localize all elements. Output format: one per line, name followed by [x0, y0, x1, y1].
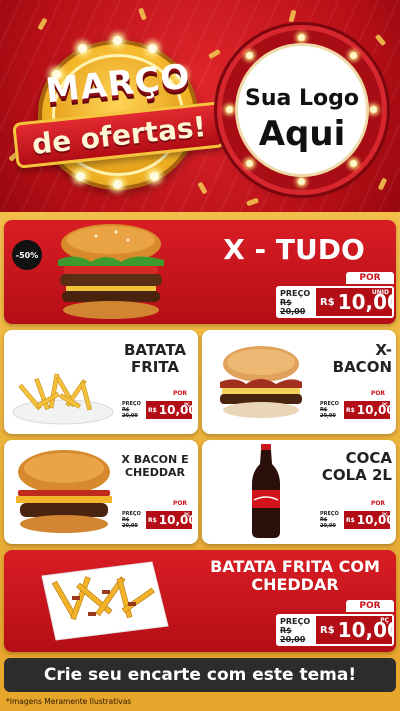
product-card-batata-frita[interactable]: BATATA FRITA POR PREÇO R$ 20,00 R$ 10,00… [4, 330, 198, 434]
old-price-box: PREÇO R$ 20,00 [120, 509, 146, 531]
price-tag: POR PREÇO R$ 20,00 R$ 10,00 PÇ [120, 390, 194, 422]
logo-text-line2: Aqui [258, 114, 346, 154]
price-box: PREÇO R$ 20,00 R$ 10,00 UNID [276, 286, 394, 318]
old-price: R$ 20,00 [320, 517, 336, 529]
bulb-icon [78, 44, 87, 53]
bulb-icon [148, 44, 157, 53]
product-title: X BACON E CHEDDAR [121, 453, 189, 479]
soda-bottle-icon [252, 444, 280, 538]
price-por-label: POR [166, 390, 194, 398]
old-price-box: PREÇO R$ 20,00 [120, 399, 146, 421]
cta-text: Crie seu encarte com este tema! [43, 665, 357, 685]
bulb-icon [113, 36, 122, 45]
logo-placeholder: Sua Logo Aqui [238, 46, 366, 174]
bulb-icon [298, 34, 305, 41]
currency-symbol: R$ [320, 296, 335, 308]
new-price-box: R$ 10,00 PÇ [344, 509, 392, 531]
product-title: X- BACON [332, 341, 392, 377]
marquee-sign: MARÇO de ofertas! [12, 30, 226, 190]
product-card-coca-cola[interactable]: COCA COLA 2L POR PREÇO R$ 20,00 R$ 10,00… [202, 440, 396, 544]
bulb-icon [246, 52, 253, 59]
old-price: R$ 20,00 [122, 407, 138, 419]
new-price-box: R$ 10,00 PÇ [344, 399, 392, 421]
discount-badge: -50% [12, 240, 42, 270]
currency-symbol: R$ [346, 516, 355, 524]
currency-symbol: R$ [148, 406, 157, 414]
product-card-x-bacon[interactable]: X- BACON POR PREÇO R$ 20,00 R$ 10,00 PÇ [202, 330, 396, 434]
price-box: PREÇO R$ 20,00 R$ 10,00 PÇ [318, 509, 392, 531]
logo-text-line1: Sua Logo [244, 86, 359, 111]
new-price-box: R$ 10,00 PÇ [316, 614, 394, 646]
bulb-icon [350, 160, 357, 167]
new-price-box: R$ 10,00 UNID [316, 286, 394, 318]
unit-label: PÇ [382, 402, 388, 407]
bulb-icon [76, 172, 85, 181]
price-tag: POR PREÇO R$ 20,00 R$ 10,00 PÇ [276, 600, 394, 648]
currency-symbol: R$ [346, 406, 355, 414]
new-price-box: R$ 10,00 PÇ [146, 509, 194, 531]
unit-label: UNID [371, 289, 389, 296]
confetti-decoration [374, 33, 387, 47]
burger-icon [220, 346, 302, 418]
new-price-box: R$ 10,00 PÇ [146, 399, 194, 421]
logo-badge[interactable]: Sua Logo Aqui [222, 30, 382, 190]
price-box: PREÇO R$ 20,00 R$ 10,00 PÇ [276, 614, 394, 646]
disclaimer-text: *Imagens Meramente Ilustrativas [6, 697, 132, 706]
product-title: COCA COLA 2L [321, 449, 392, 485]
bulb-icon [150, 172, 159, 181]
header-banner: MARÇO de ofertas! Sua Logo Aqui [0, 0, 400, 212]
price-tag: POR PREÇO R$ 20,00 R$ 10,00 PÇ [318, 500, 392, 532]
price-tag: POR PREÇO R$ 20,00 R$ 10,00 PÇ [318, 390, 392, 422]
old-price: R$ 20,00 [320, 407, 336, 419]
old-price-box: PREÇO R$ 20,00 [276, 286, 316, 318]
product-title: BATATA FRITA COM CHEDDAR [210, 557, 380, 595]
old-price: R$ 20,00 [280, 625, 306, 644]
price-por-label: POR [346, 600, 394, 612]
product-card-x-tudo[interactable]: -50% X - TUDO POR PREÇO R$ 20,00 R$ 10,0… [4, 220, 396, 324]
confetti-decoration [288, 9, 297, 23]
price-por-label: POR [364, 390, 392, 398]
confetti-decoration [246, 197, 259, 207]
old-price-box: PREÇO R$ 20,00 [276, 614, 316, 646]
confetti-decoration [138, 7, 147, 21]
bulb-icon [226, 106, 233, 113]
unit-label: PÇ [380, 617, 389, 624]
price-box: PREÇO R$ 20,00 R$ 10,00 PÇ [120, 509, 194, 531]
unit-label: PÇ [382, 512, 388, 517]
flyer-page: MARÇO de ofertas! Sua Logo Aqui -50% X -… [0, 0, 400, 711]
unit-label: PÇ [184, 402, 190, 407]
preco-label: PREÇO [280, 616, 311, 626]
burger-icon [58, 224, 164, 319]
old-price: R$ 20,00 [122, 517, 138, 529]
price-box: PREÇO R$ 20,00 R$ 10,00 PÇ [120, 399, 194, 421]
currency-symbol: R$ [320, 624, 335, 636]
price-tag: POR PREÇO R$ 20,00 R$ 10,00 UNID [276, 272, 394, 320]
old-price-box: PREÇO R$ 20,00 [318, 399, 344, 421]
product-title: BATATA FRITA [123, 341, 187, 377]
bulb-icon [350, 52, 357, 59]
price-por-label: POR [364, 500, 392, 508]
fries-icon [12, 373, 114, 425]
cheddar-fries-icon [41, 561, 169, 641]
bulb-icon [246, 160, 253, 167]
old-price: R$ 20,00 [280, 297, 306, 316]
price-box: PREÇO R$ 20,00 R$ 10,00 PÇ [318, 399, 392, 421]
preco-label: PREÇO [280, 288, 311, 298]
bulb-icon [113, 180, 122, 189]
price-tag: POR PREÇO R$ 20,00 R$ 10,00 PÇ [120, 500, 194, 532]
price-por-label: POR [166, 500, 194, 508]
old-price-box: PREÇO R$ 20,00 [318, 509, 344, 531]
product-card-batata-cheddar[interactable]: BATATA FRITA COM CHEDDAR POR PREÇO R$ 20… [4, 550, 396, 652]
product-title: X - TUDO [223, 233, 365, 266]
bulb-icon [370, 106, 377, 113]
currency-symbol: R$ [148, 516, 157, 524]
unit-label: PÇ [184, 512, 190, 517]
confetti-decoration [377, 177, 388, 191]
confetti-decoration [37, 17, 48, 31]
bulb-icon [298, 178, 305, 185]
burger-icon [16, 450, 112, 533]
cta-banner[interactable]: Crie seu encarte com este tema! [4, 658, 396, 692]
price-por-label: POR [346, 272, 394, 284]
product-card-x-bacon-cheddar[interactable]: X BACON E CHEDDAR POR PREÇO R$ 20,00 R$ … [4, 440, 198, 544]
